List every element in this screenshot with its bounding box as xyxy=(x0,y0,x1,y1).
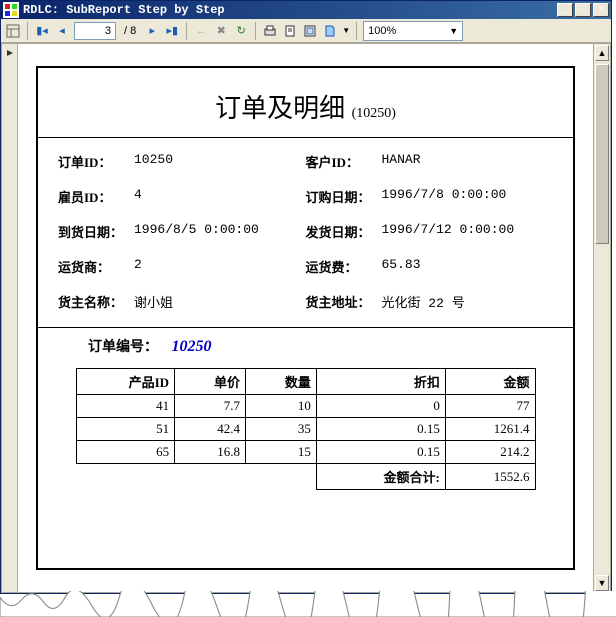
shipname-label: 货主名称： xyxy=(58,292,128,311)
first-page-icon[interactable]: ▮◂ xyxy=(34,23,50,39)
report-title: 订单及明细 (10250) xyxy=(38,68,573,137)
shipname-value: 谢小姐 xyxy=(128,292,173,311)
refresh-icon[interactable]: ↻ xyxy=(233,23,249,39)
maximize-button[interactable]: □ xyxy=(575,3,591,17)
subreport-orderno-label: 订单编号： xyxy=(88,340,158,355)
order-fields: 订单ID：10250 客户ID：HANAR 雇员ID：4 订购日期：1996/7… xyxy=(38,138,573,327)
table-row: 51 42.4 35 0.15 1261.4 xyxy=(76,418,535,441)
shipaddr-label: 货主地址： xyxy=(306,292,376,311)
col-product-id: 产品ID xyxy=(76,369,175,395)
zoom-select[interactable]: 100% ▼ xyxy=(363,21,463,41)
shipper-value: 2 xyxy=(128,257,142,276)
last-page-icon[interactable]: ▸▮ xyxy=(164,23,180,39)
scroll-thumb[interactable] xyxy=(595,64,609,244)
torn-edge-decoration xyxy=(0,591,616,617)
page-setup-icon[interactable] xyxy=(302,23,318,39)
col-unit-price: 单价 xyxy=(175,369,246,395)
employee-id-value: 4 xyxy=(128,187,142,206)
print-layout-icon[interactable] xyxy=(282,23,298,39)
freight-label: 运货费： xyxy=(306,257,376,276)
order-id-label: 订单ID： xyxy=(58,152,128,171)
freight-value: 65.83 xyxy=(376,257,421,276)
required-date-label: 到货日期： xyxy=(58,222,128,241)
report-toolbar: ▮◂ ◂ / 8 ▸ ▸▮ ← ✖ ↻ ▼ 100% ▼ xyxy=(1,19,611,43)
doc-margin-toggle[interactable] xyxy=(2,44,18,592)
export-dropdown-arrow[interactable]: ▼ xyxy=(342,26,350,35)
zoom-value: 100% xyxy=(368,25,396,37)
minimize-button[interactable]: _ xyxy=(557,3,573,17)
app-window: RDLC: SubReport Step by Step _ □ × ▮◂ ◂ … xyxy=(0,0,612,594)
col-amount: 金额 xyxy=(445,369,535,395)
required-date-value: 1996/8/5 0:00:00 xyxy=(128,222,259,241)
total-value: 1552.6 xyxy=(445,464,535,490)
titlebar: RDLC: SubReport Step by Step _ □ × xyxy=(1,1,611,19)
print-icon[interactable] xyxy=(262,23,278,39)
col-discount: 折扣 xyxy=(316,369,445,395)
scroll-up-arrow[interactable]: ▲ xyxy=(595,45,609,61)
shipper-label: 运货商： xyxy=(58,257,128,276)
page-total-label: / 8 xyxy=(120,25,140,37)
doc-map-icon[interactable] xyxy=(5,23,21,39)
report-page: 订单及明细 (10250) 订单ID：10250 客户ID：HANAR 雇员ID… xyxy=(36,66,575,570)
shipped-date-value: 1996/7/12 0:00:00 xyxy=(376,222,515,241)
col-quantity: 数量 xyxy=(245,369,316,395)
scroll-down-arrow[interactable]: ▼ xyxy=(595,575,609,591)
close-button[interactable]: × xyxy=(593,3,609,17)
order-date-value: 1996/7/8 0:00:00 xyxy=(376,187,507,206)
window-title: RDLC: SubReport Step by Step xyxy=(23,3,557,17)
table-header-row: 产品ID 单价 数量 折扣 金额 xyxy=(76,369,535,395)
order-date-label: 订购日期： xyxy=(306,187,376,206)
stop-icon[interactable]: ✖ xyxy=(213,23,229,39)
subreport-header: 订单编号： 10250 xyxy=(38,328,573,364)
order-id-value: 10250 xyxy=(128,152,173,171)
report-title-sub: (10250) xyxy=(352,106,396,121)
vertical-scrollbar[interactable]: ▲ ▼ xyxy=(593,44,610,592)
detail-table: 产品ID 单价 数量 折扣 金额 41 7.7 10 0 xyxy=(76,368,536,490)
shipaddr-value: 光化街 22 号 xyxy=(376,292,465,311)
back-icon: ← xyxy=(193,23,209,39)
prev-page-icon[interactable]: ◂ xyxy=(54,23,70,39)
subreport-orderno-value: 10250 xyxy=(162,338,212,355)
table-total-row: 金额合计: 1552.6 xyxy=(76,464,535,490)
total-label: 金额合计: xyxy=(316,464,445,490)
next-page-icon[interactable]: ▸ xyxy=(144,23,160,39)
shipped-date-label: 发货日期： xyxy=(306,222,376,241)
app-icon xyxy=(3,2,19,18)
chevron-down-icon: ▼ xyxy=(449,26,458,36)
employee-id-label: 雇员ID： xyxy=(58,187,128,206)
table-row: 41 7.7 10 0 77 xyxy=(76,395,535,418)
report-title-main: 订单及明细 xyxy=(215,94,345,123)
export-icon[interactable] xyxy=(322,23,338,39)
customer-id-label: 客户ID： xyxy=(306,152,376,171)
table-row: 65 16.8 15 0.15 214.2 xyxy=(76,441,535,464)
document-area: 订单及明细 (10250) 订单ID：10250 客户ID：HANAR 雇员ID… xyxy=(18,44,593,592)
page-number-input[interactable] xyxy=(74,22,116,40)
customer-id-value: HANAR xyxy=(376,152,421,171)
report-viewer: 订单及明细 (10250) 订单ID：10250 客户ID：HANAR 雇员ID… xyxy=(1,43,611,593)
